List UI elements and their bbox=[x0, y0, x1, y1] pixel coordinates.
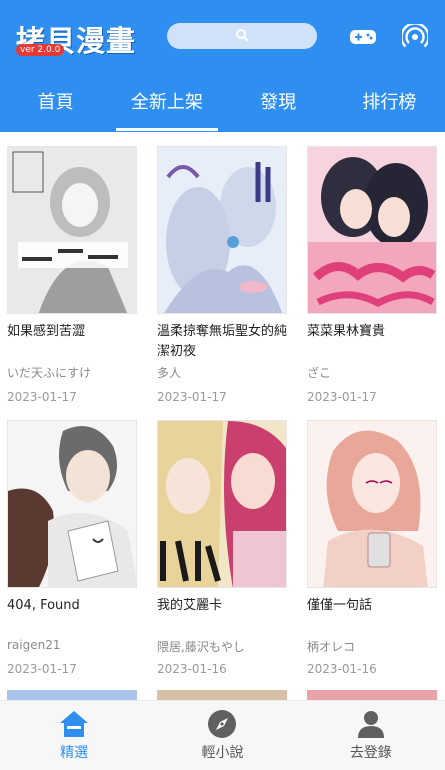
comic-card[interactable]: 404, Found bbox=[7, 420, 157, 616]
app-header: 拷貝漫畫 ver 2.0.0 首頁 全新上架 發現 排行榜 bbox=[0, 0, 445, 132]
comic-date: 2023-01-17 bbox=[7, 662, 77, 676]
search-icon bbox=[235, 27, 249, 46]
comic-date: 2023-01-16 bbox=[157, 662, 227, 676]
gamepad-icon[interactable] bbox=[348, 22, 378, 52]
comic-date: 2023-01-16 bbox=[307, 662, 377, 676]
comic-title: 我的艾麗卡 bbox=[157, 598, 223, 613]
comic-cover bbox=[307, 420, 437, 588]
comic-cover bbox=[157, 146, 287, 314]
main-tabs: 首頁 全新上架 發現 排行榜 bbox=[0, 84, 445, 132]
bottom-nav: 精選 輕小說 去登錄 bbox=[0, 700, 445, 770]
comic-card[interactable]: 僅僅一句話 bbox=[307, 420, 445, 616]
comic-grid: 如果感到苦澀 いだ天ふにすけ 2023-01-17 溫柔掠奪無垢聖女的純潔初夜 … bbox=[0, 132, 445, 700]
tab-rankings[interactable]: 排行榜 bbox=[334, 84, 445, 132]
comic-cover bbox=[307, 146, 437, 314]
comic-author: 隈居,藤沢もやし bbox=[157, 640, 245, 654]
comic-cover bbox=[157, 420, 287, 588]
tab-new-releases[interactable]: 全新上架 bbox=[111, 84, 222, 132]
comic-card[interactable]: 溫柔掠奪無垢聖女的純潔初夜 bbox=[157, 146, 307, 362]
comic-author: いだ天ふにすけ bbox=[7, 366, 92, 380]
comic-cover-peek bbox=[7, 690, 137, 700]
comic-date: 2023-01-17 bbox=[7, 390, 77, 404]
comic-card[interactable]: 我的艾麗卡 bbox=[157, 420, 307, 616]
nav-login[interactable]: 去登錄 bbox=[297, 701, 445, 770]
comic-cover bbox=[7, 420, 137, 588]
compass-icon bbox=[205, 708, 239, 740]
user-icon bbox=[354, 708, 388, 740]
comic-title: 菜菜果林寶貴 bbox=[307, 324, 386, 339]
comic-title: 如果感到苦澀 bbox=[7, 324, 86, 339]
comic-title: 溫柔掠奪無垢聖女的純潔初夜 bbox=[157, 324, 288, 359]
tab-home[interactable]: 首頁 bbox=[0, 84, 111, 132]
nav-light-novel[interactable]: 輕小說 bbox=[148, 701, 296, 770]
comic-cover-peek bbox=[307, 690, 437, 700]
comic-title: 僅僅一句話 bbox=[307, 598, 373, 613]
comic-author: ざこ bbox=[307, 366, 332, 380]
comic-date: 2023-01-17 bbox=[307, 390, 377, 404]
comic-cover bbox=[7, 146, 137, 314]
version-badge: ver 2.0.0 bbox=[16, 44, 65, 56]
comic-author: raigen21 bbox=[7, 638, 61, 652]
nav-featured[interactable]: 精選 bbox=[0, 701, 148, 770]
tab-discover[interactable]: 發現 bbox=[223, 84, 334, 132]
comic-card[interactable]: 如果感到苦澀 bbox=[7, 146, 157, 342]
comic-date: 2023-01-17 bbox=[157, 390, 227, 404]
broadcast-icon[interactable] bbox=[400, 22, 430, 52]
comic-cover-peek bbox=[157, 690, 287, 700]
comic-card[interactable]: 菜菜果林寶貴 bbox=[307, 146, 445, 342]
comic-author: 柄オレコ bbox=[307, 640, 356, 654]
home-icon bbox=[57, 708, 91, 740]
search-bar[interactable] bbox=[167, 23, 317, 49]
comic-author: 多人 bbox=[157, 366, 182, 380]
comic-title: 404, Found bbox=[7, 598, 80, 613]
